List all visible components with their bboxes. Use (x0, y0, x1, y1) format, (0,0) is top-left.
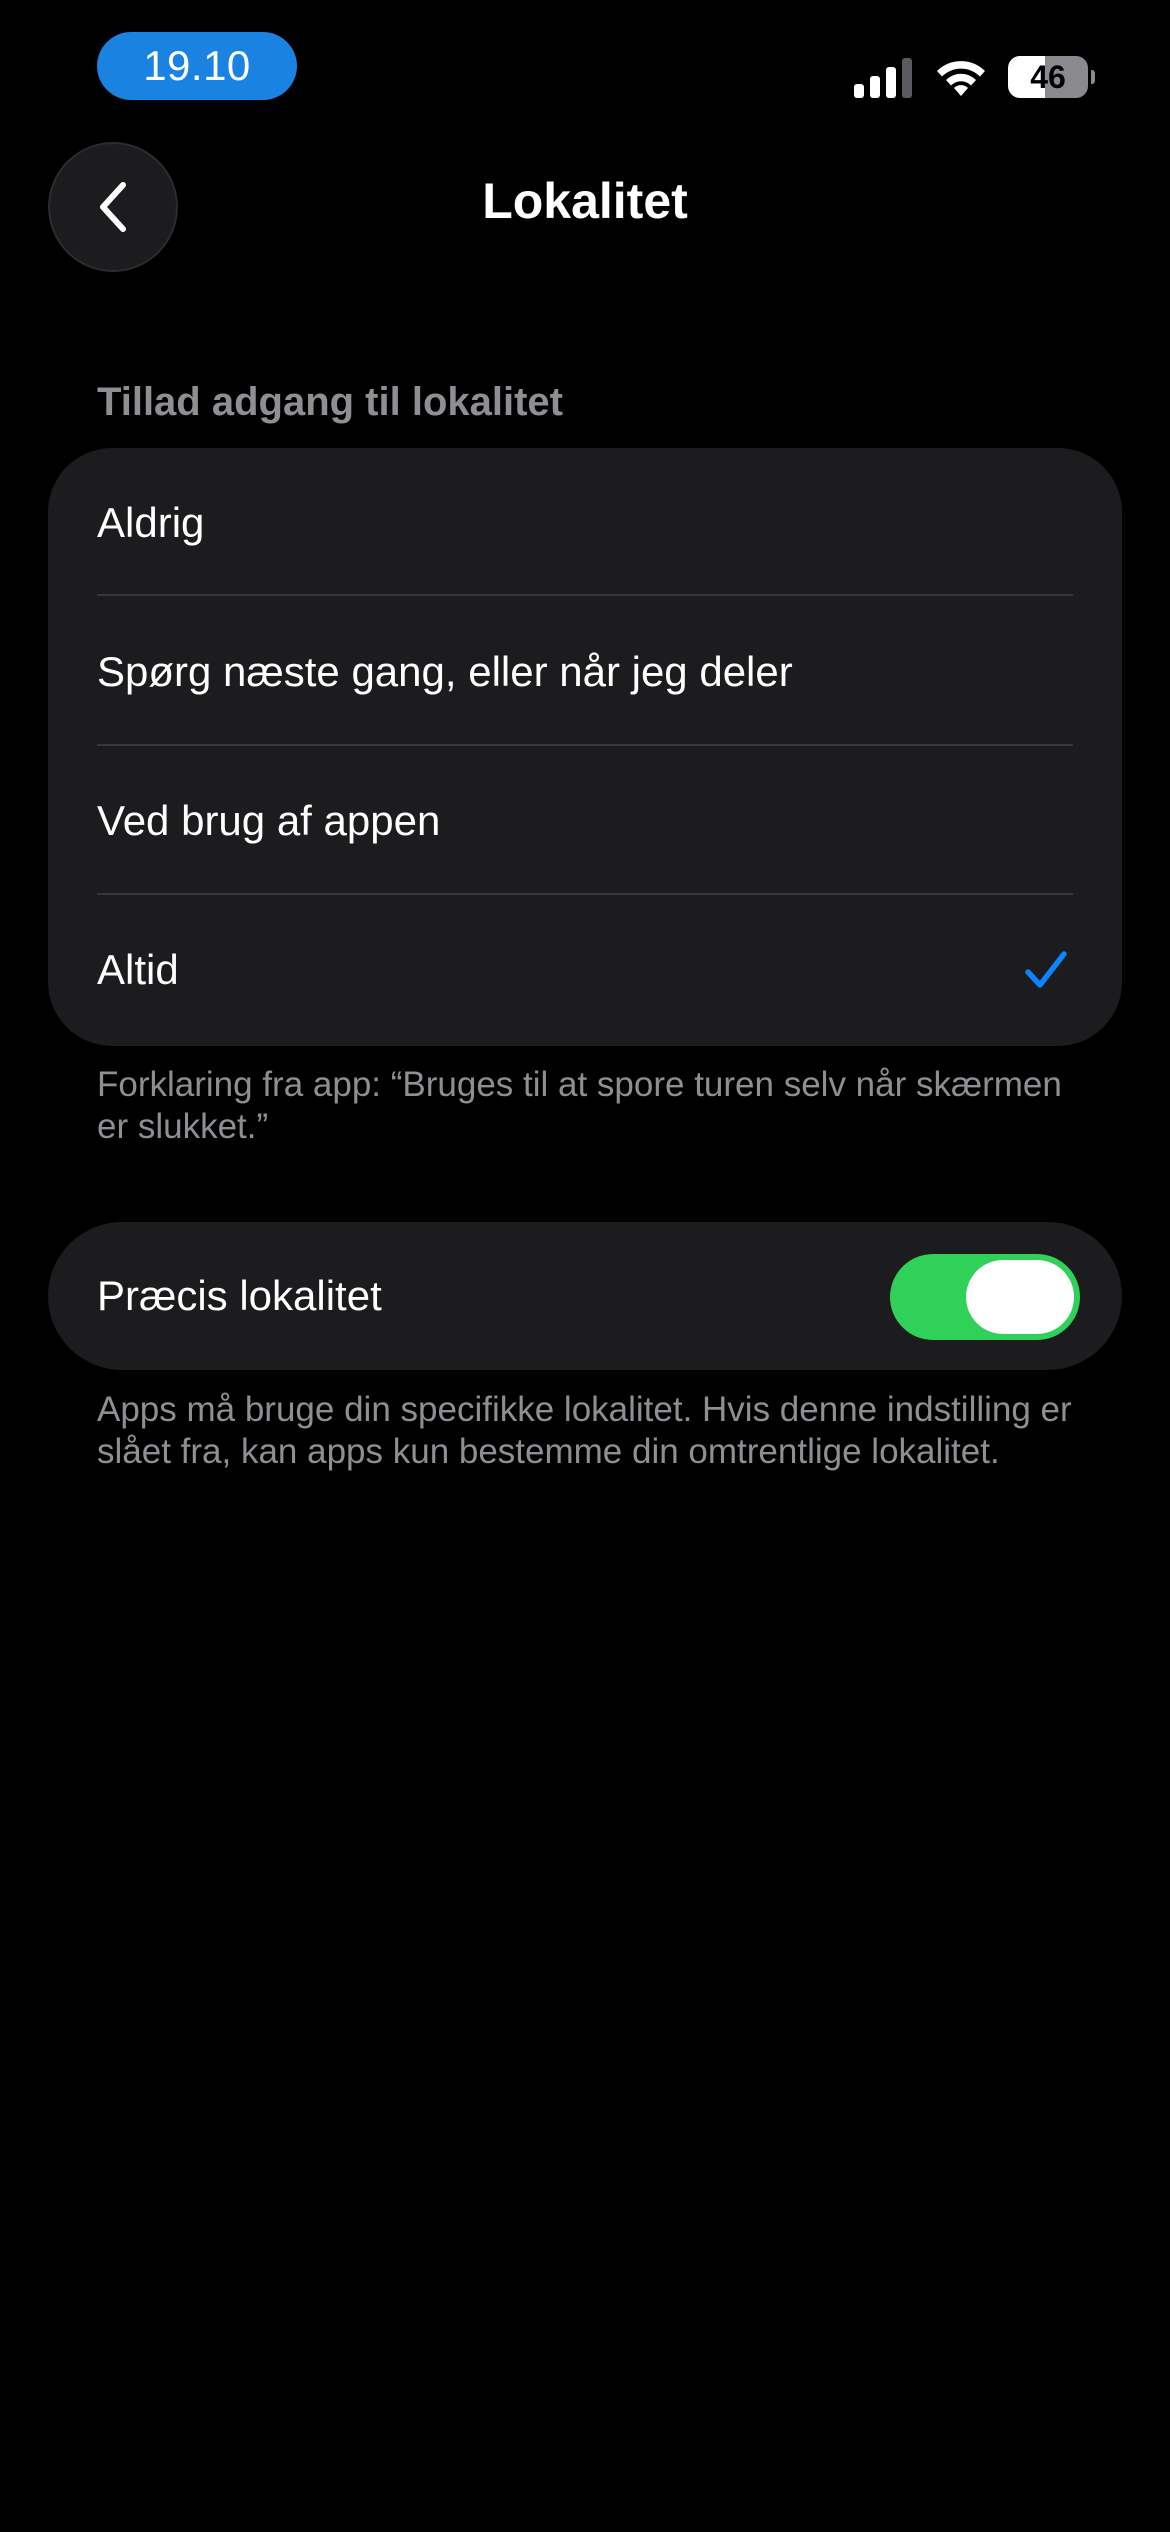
status-bar: 19.10 46 (0, 0, 1170, 140)
location-access-options: Aldrig Spørg næste gang, eller når jeg d… (48, 448, 1122, 1046)
battery-cap (1091, 70, 1095, 84)
option-ask-next-time[interactable]: Spørg næste gang, eller når jeg deler (48, 597, 1122, 747)
checkmark-icon (1025, 951, 1067, 988)
cellular-signal-icon (854, 58, 912, 98)
option-never[interactable]: Aldrig (48, 448, 1122, 598)
precise-location-row: Præcis lokalitet (48, 1222, 1122, 1370)
wifi-icon (937, 61, 985, 96)
option-while-using[interactable]: Ved brug af appen (48, 746, 1122, 896)
status-time[interactable]: 19.10 (97, 32, 297, 100)
precise-location-footnote: Apps må bruge din specifikke lokalitet. … (97, 1390, 1072, 1471)
divider (97, 594, 1073, 596)
option-always[interactable]: Altid (48, 895, 1122, 1045)
app-explanation-footnote: Forklaring fra app: “Bruges til at spore… (97, 1065, 1062, 1146)
precise-location-label: Præcis lokalitet (97, 1272, 382, 1319)
toggle-knob (966, 1260, 1074, 1334)
option-label: Spørg næste gang, eller når jeg deler (97, 648, 793, 695)
battery-icon: 46 (1008, 56, 1088, 98)
section-header-access: Tillad adgang til lokalitet (97, 380, 563, 424)
battery-indicator: 46 (1008, 56, 1095, 98)
option-label: Altid (97, 946, 179, 993)
option-label: Aldrig (97, 499, 205, 546)
option-label: Ved brug af appen (97, 797, 441, 844)
page-title: Lokalitet (482, 173, 688, 229)
precise-location-toggle[interactable] (890, 1254, 1080, 1340)
battery-percent: 46 (1030, 58, 1066, 95)
